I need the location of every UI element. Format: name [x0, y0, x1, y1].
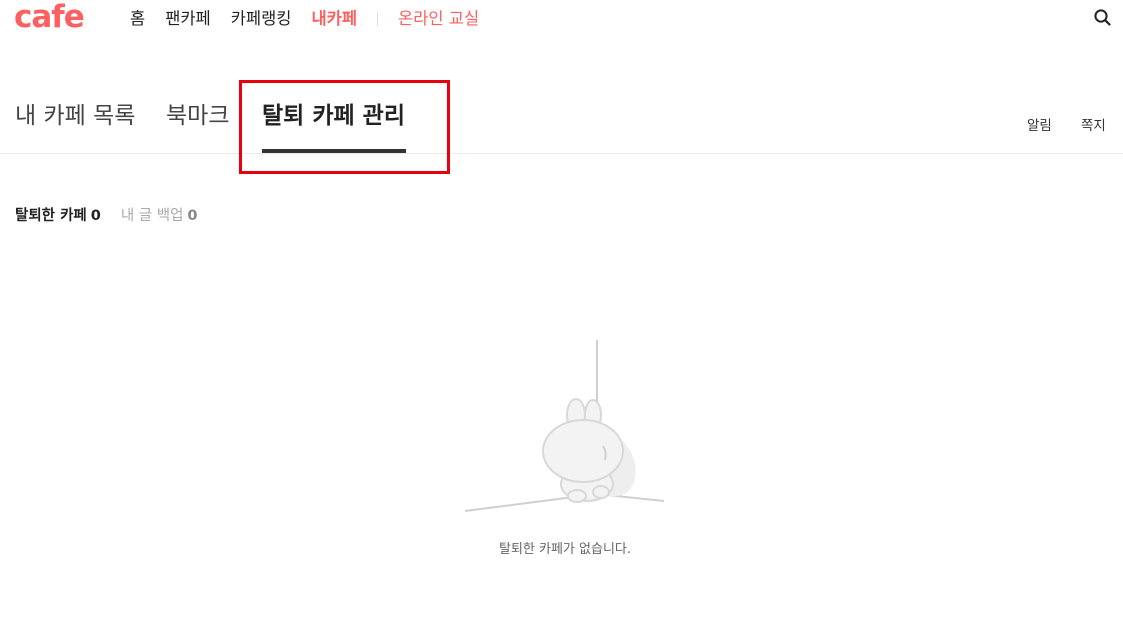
highlight-annotation-box: [239, 80, 450, 174]
menu-home[interactable]: 홈: [130, 8, 145, 30]
tab-bookmark[interactable]: 북마크: [166, 100, 229, 132]
tab-my-cafe-list[interactable]: 내 카페 목록: [15, 100, 135, 132]
message-link[interactable]: 쪽지: [1081, 114, 1106, 134]
my-cafe-tabs: 내 카페 목록 북마크 탈퇴 카페 관리 알림 쪽지: [0, 80, 1123, 174]
rabbit-corner-illustration: [463, 338, 667, 516]
global-nav: cafe 홈 팬카페 카페랭킹 내카페 온라인 교실: [0, 0, 1123, 40]
menu-divider: [377, 12, 379, 26]
search-icon[interactable]: [1093, 8, 1113, 28]
menu-online-classroom[interactable]: 온라인 교실: [398, 8, 479, 30]
filter-post-backup-label: 내 글 백업: [120, 208, 184, 224]
filter-withdrawn-cafes-label: 탈퇴한 카페: [15, 208, 87, 224]
menu-cafe-ranking[interactable]: 카페랭킹: [231, 8, 292, 30]
gnb-menu: 홈 팬카페 카페랭킹 내카페 온라인 교실: [130, 8, 499, 30]
filter-withdrawn-cafes[interactable]: 탈퇴한 카페 0: [15, 206, 101, 226]
notification-link[interactable]: 알림: [1027, 114, 1052, 134]
filter-withdrawn-cafes-count: 0: [90, 208, 101, 224]
filter-post-backup-count: 0: [187, 208, 198, 224]
filter-post-backup[interactable]: 내 글 백업 0: [121, 206, 198, 226]
menu-my-cafe[interactable]: 내카페: [311, 8, 357, 30]
cafe-logo[interactable]: cafe: [14, 0, 85, 37]
subfilter-row: 탈퇴한 카페 0 내 글 백업 0: [15, 206, 218, 226]
empty-state-message: 탈퇴한 카페가 없습니다.: [499, 542, 631, 557]
menu-fancafe[interactable]: 팬카페: [165, 8, 211, 30]
